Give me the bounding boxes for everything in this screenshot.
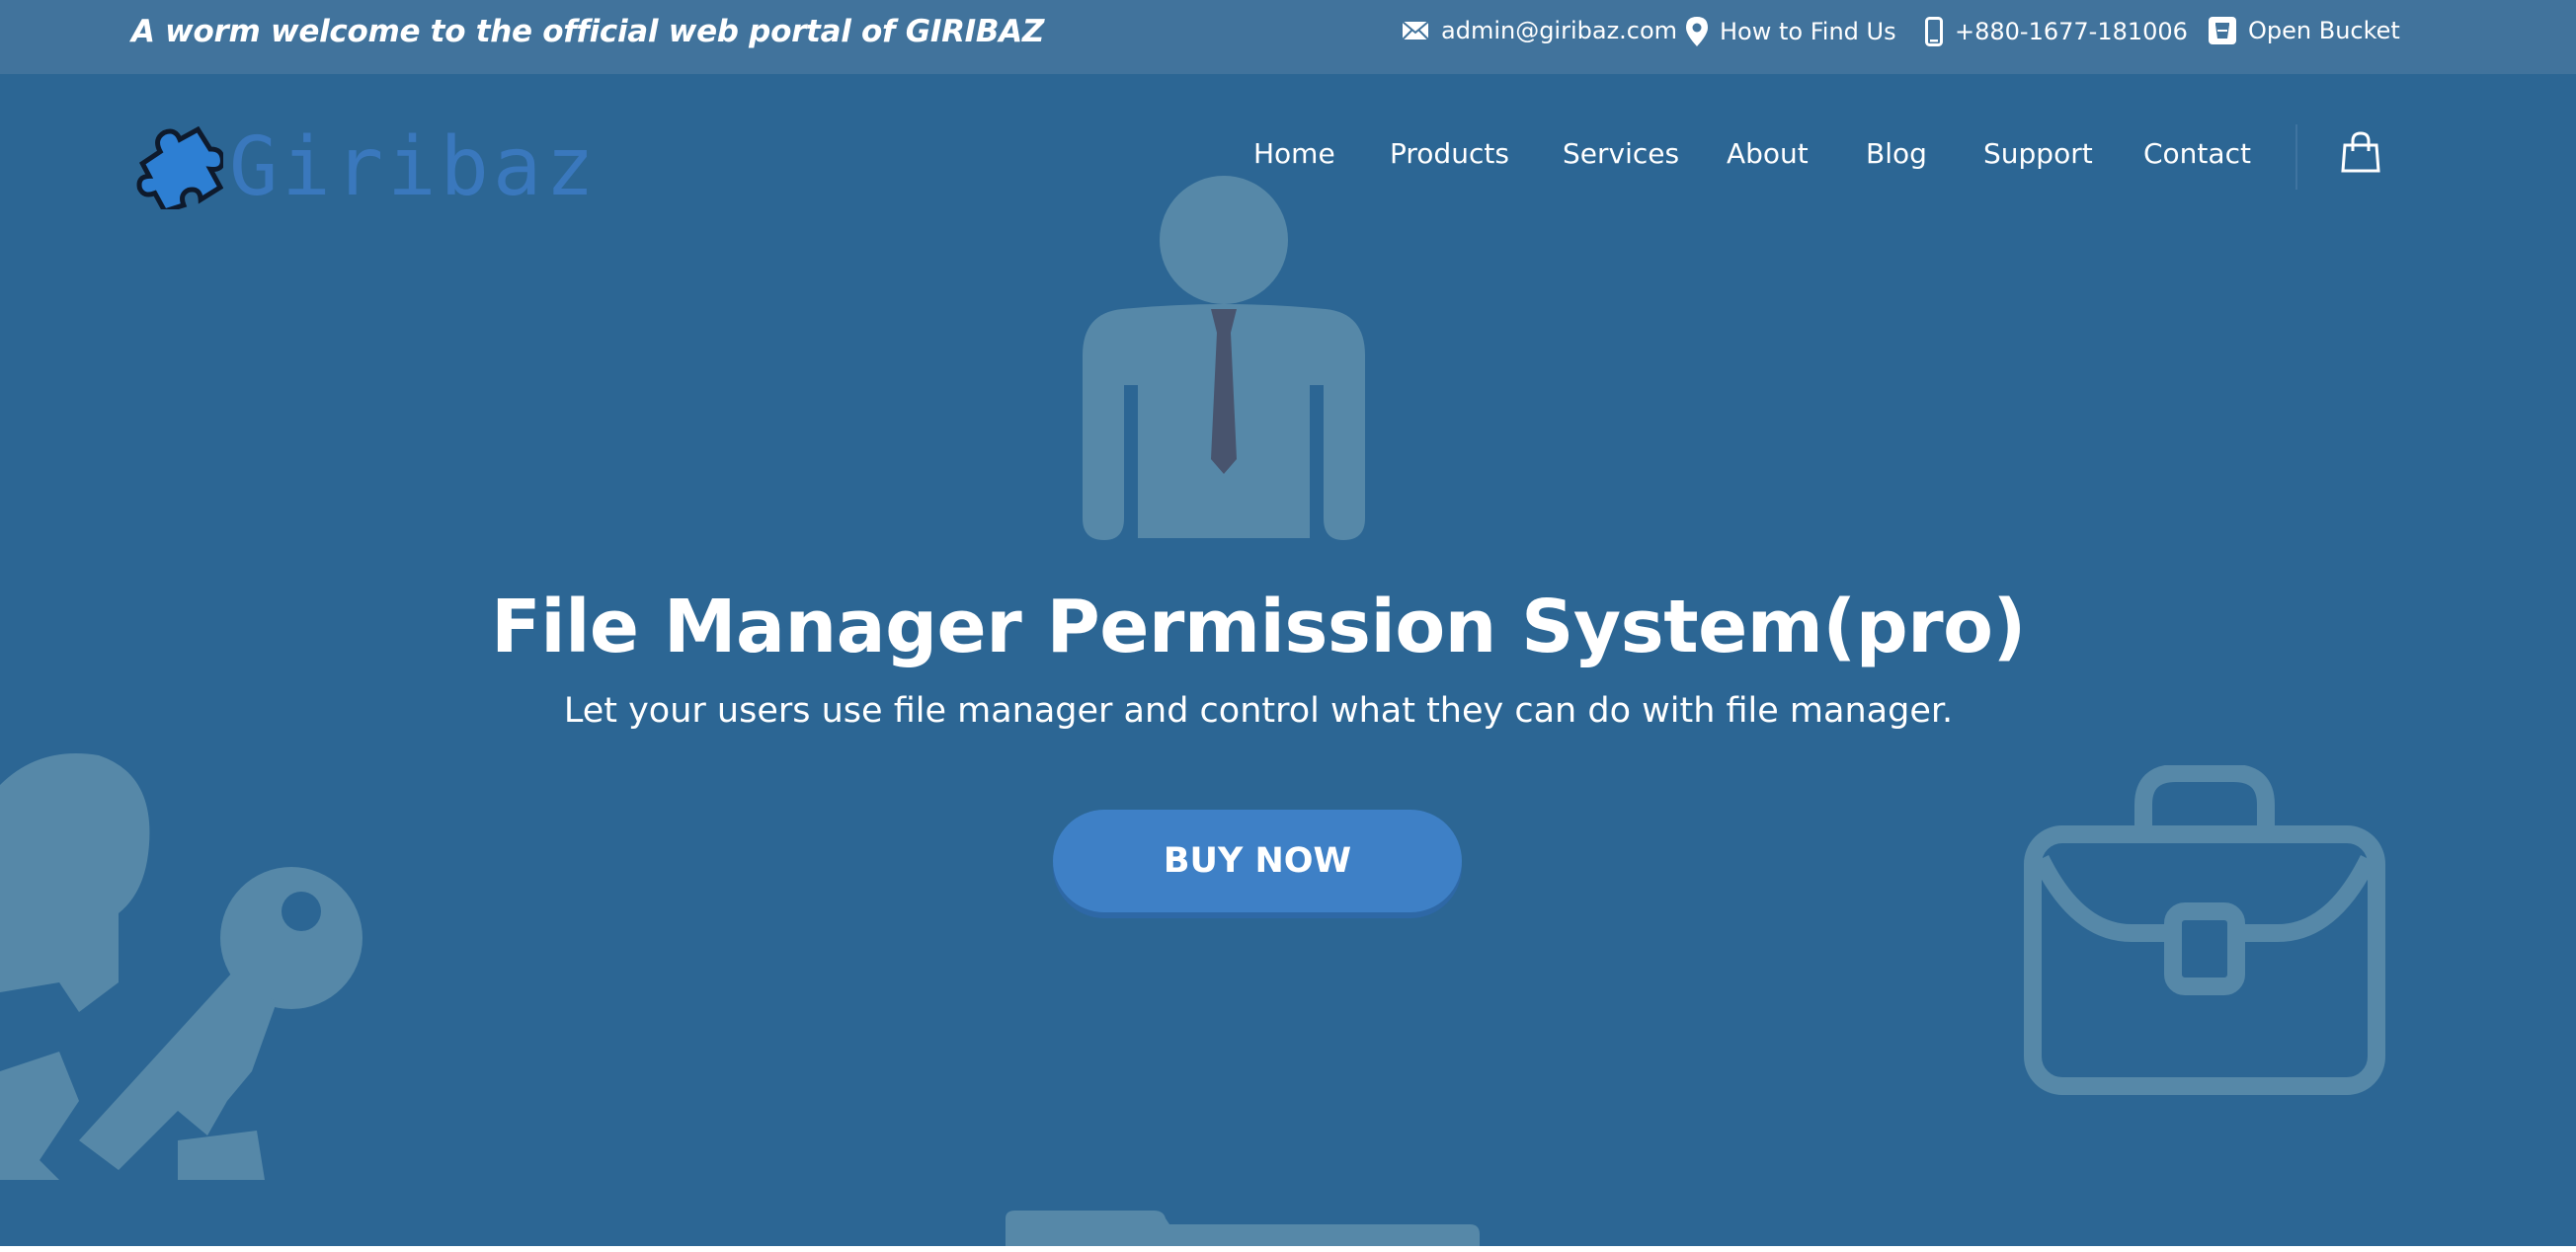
nav-item-services[interactable]: Services <box>1563 137 1679 170</box>
nav-item-about[interactable]: About <box>1727 137 1809 170</box>
main-nav: Home Products Services About Blog Suppor… <box>0 137 2576 173</box>
buy-now-button[interactable]: BUY NOW <box>1053 810 1462 912</box>
hero-title: File Manager Permission System(pro) <box>491 585 2026 669</box>
hero-subtitle: Let your users use file manager and cont… <box>563 691 1954 731</box>
top-bar: A worm welcome to the official web porta… <box>0 0 2576 74</box>
email-text: admin@giribaz.com <box>1441 17 1678 44</box>
nav-item-support[interactable]: Support <box>1983 137 2093 170</box>
nav-item-products[interactable]: Products <box>1390 137 1509 170</box>
briefcase-icon <box>2024 765 2385 1095</box>
businessman-icon <box>1083 176 1365 540</box>
keys-icon <box>0 753 362 1180</box>
nav-item-home[interactable]: Home <box>1253 137 1335 170</box>
find-us-link[interactable]: How to Find Us <box>1686 17 1896 46</box>
contact-info: admin@giribaz.com How to Find Us +880-16… <box>0 0 2576 67</box>
find-us-text: How to Find Us <box>1720 18 1896 45</box>
open-bucket-text: Open Bucket <box>2248 17 2400 44</box>
nav-item-contact[interactable]: Contact <box>2143 137 2251 170</box>
phone-text: +880-1677-181006 <box>1955 18 2188 45</box>
phone-link[interactable]: +880-1677-181006 <box>1925 17 2188 46</box>
folder-icon <box>1006 1211 1480 1246</box>
nav-divider <box>2295 124 2297 190</box>
location-pin-icon <box>1686 17 1708 46</box>
nav-item-blog[interactable]: Blog <box>1866 137 1927 170</box>
phone-icon <box>1925 17 1943 46</box>
open-bucket-link[interactable]: Open Bucket <box>2209 17 2400 44</box>
email-link[interactable]: admin@giribaz.com <box>1402 17 1677 44</box>
shopping-bag-icon[interactable] <box>2341 131 2380 173</box>
bucket-icon <box>2209 17 2236 44</box>
mail-icon <box>1402 21 1429 40</box>
hero-section: A worm welcome to the official web porta… <box>0 0 2576 1246</box>
